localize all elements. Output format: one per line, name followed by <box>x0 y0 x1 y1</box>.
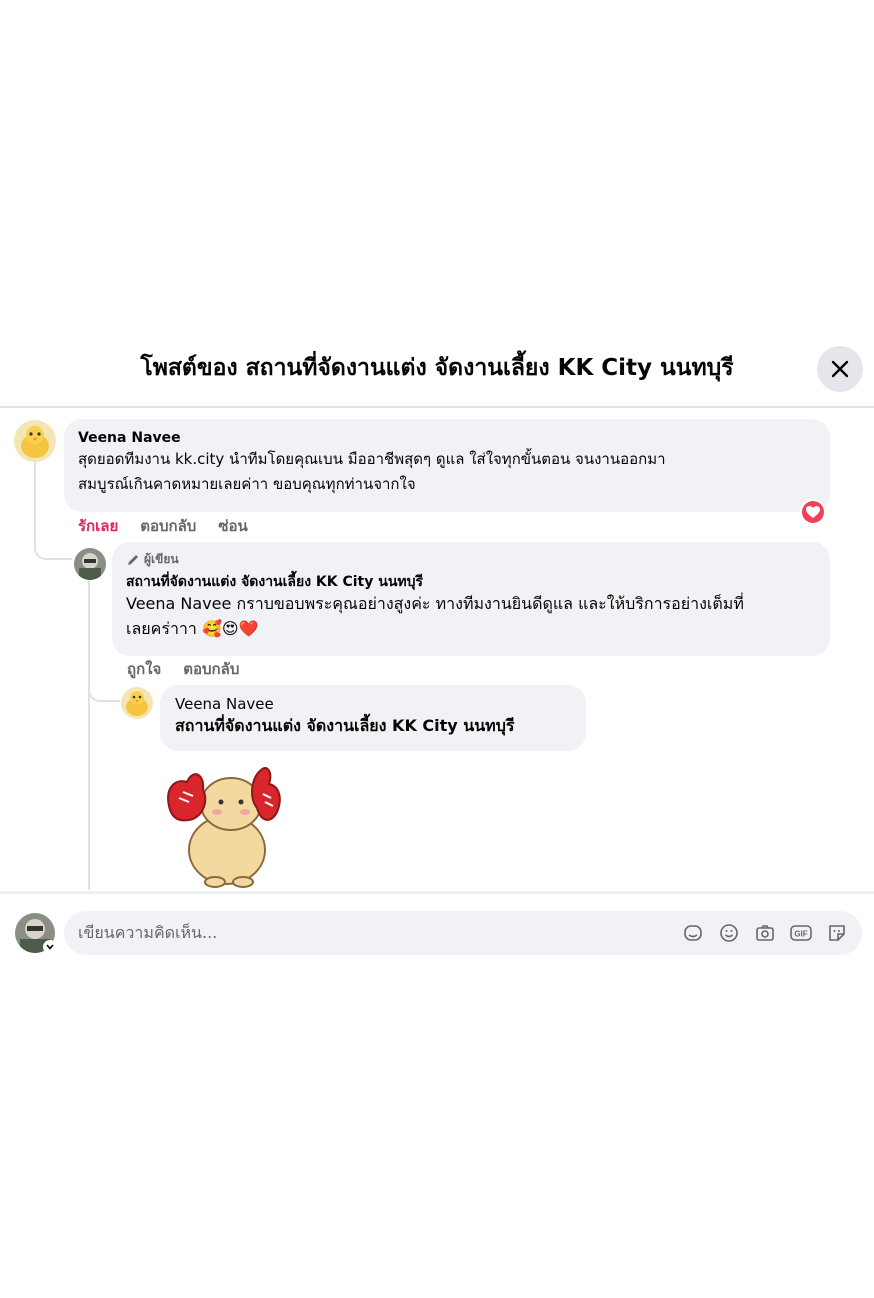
comment-text-line: Veena Navee กราบขอบพระคุณอย่างสูงค่ะ ทาง… <box>126 591 816 616</box>
comment-bubble: Veena Navee สถานที่จัดงานแต่ง จัดงานเลี้… <box>160 685 586 751</box>
thread-line <box>88 580 90 890</box>
hide-action[interactable]: ซ่อน <box>218 514 247 538</box>
comment-composer[interactable]: เขียนความคิดเห็น... GIF <box>64 911 862 955</box>
heart-icon <box>806 505 820 518</box>
thread-line <box>88 668 120 702</box>
current-user-avatar[interactable] <box>14 912 57 954</box>
mention-link[interactable]: Veena Navee <box>126 594 231 613</box>
love-action[interactable]: รักเลย <box>78 514 118 538</box>
close-icon <box>831 360 849 378</box>
comment-input[interactable]: เขียนความคิดเห็น... <box>78 921 682 946</box>
gif-icon[interactable]: GIF <box>790 922 812 944</box>
comment-author[interactable]: Veena Navee <box>175 695 571 713</box>
reaction-badge[interactable] <box>800 499 826 525</box>
like-action[interactable]: ถูกใจ <box>127 657 161 681</box>
composer-divider <box>0 891 874 894</box>
avatar-sticker-icon[interactable] <box>682 922 704 944</box>
comment-bubble: Veena Navee สุดยอดทีมงาน kk.city นำทีมโด… <box>64 419 830 512</box>
comment-author[interactable]: สถานที่จัดงานแต่ง จัดงานเลี้ยง KK City น… <box>126 573 816 591</box>
emoji-icon[interactable] <box>718 922 740 944</box>
svg-text:GIF: GIF <box>794 930 807 939</box>
avatar[interactable] <box>74 548 106 580</box>
comment-text-line: เลยคร่าาา 🥰😍❤️ <box>126 619 259 638</box>
comment-text-line: สมบูรณ์เกินคาดหมายเลยค่าา ขอบคุณทุกท่านจ… <box>78 475 416 493</box>
chevron-down-icon[interactable] <box>43 940 57 954</box>
post-title: โพสต์ของ สถานที่จัดงานแต่ง จัดงานเลี้ยง … <box>140 355 734 381</box>
avatar[interactable] <box>121 687 153 719</box>
reply-action[interactable]: ตอบกลับ <box>183 657 239 681</box>
close-button[interactable] <box>817 346 863 392</box>
comment-author[interactable]: Veena Navee <box>78 429 816 447</box>
avatar[interactable] <box>14 420 56 462</box>
pencil-icon <box>128 554 138 565</box>
cheering-character-sticker <box>165 758 287 892</box>
sticker-icon[interactable] <box>826 922 848 944</box>
comment-text: กราบขอบพระคุณอย่างสูงค่ะ ทางทีมงานยินดีด… <box>231 594 744 613</box>
comment-actions: ถูกใจ ตอบกลับ <box>127 657 239 681</box>
comment-text-line: สุดยอดทีมงาน kk.city นำทีมโดยคุณเบน มืออ… <box>78 450 666 468</box>
header-divider <box>0 406 874 408</box>
mention-link[interactable]: สถานที่จัดงานแต่ง จัดงานเลี้ยง KK City น… <box>175 713 571 738</box>
comment-actions: รักเลย ตอบกลับ ซ่อน <box>78 514 248 538</box>
author-badge: ผู้เขียน <box>126 550 816 569</box>
camera-icon[interactable] <box>754 922 776 944</box>
author-badge-label: ผู้เขียน <box>144 552 179 566</box>
reply-action[interactable]: ตอบกลับ <box>140 514 196 538</box>
comment-bubble: ผู้เขียน สถานที่จัดงานแต่ง จัดงานเลี้ยง … <box>112 542 830 656</box>
